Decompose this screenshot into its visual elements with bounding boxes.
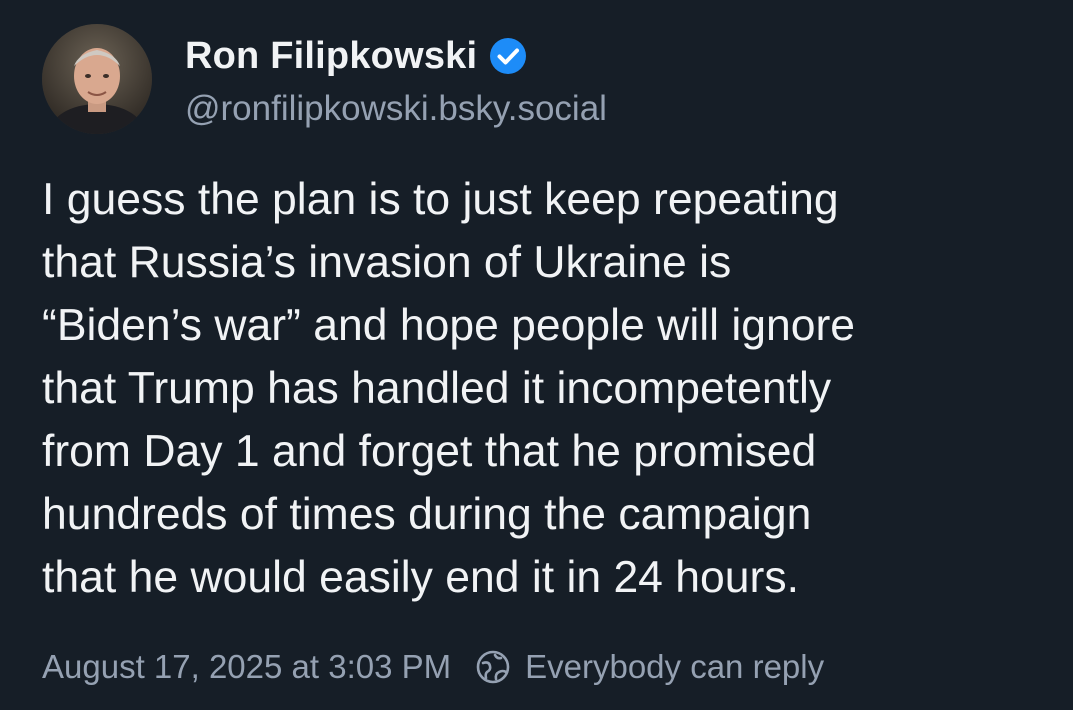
post-meta: August 17, 2025 at 3:03 PM Everybody can… [42, 644, 824, 690]
avatar[interactable] [42, 24, 152, 134]
author-handle[interactable]: @ronfilipkowski.bsky.social [185, 86, 607, 132]
post-card: Ron Filipkowski @ronfilipkowski.bsky.soc… [0, 0, 1073, 710]
reply-setting-label: Everybody can reply [525, 648, 825, 685]
globe-icon [475, 649, 511, 685]
author-name-row: Ron Filipkowski [185, 30, 527, 82]
author-name[interactable]: Ron Filipkowski [185, 30, 477, 82]
post-text: I guess the plan is to just keep repeati… [42, 175, 856, 602]
post-timestamp[interactable]: August 17, 2025 at 3:03 PM [42, 648, 451, 686]
avatar-image [42, 24, 152, 134]
verified-check-icon[interactable] [489, 37, 527, 75]
reply-setting[interactable]: Everybody can reply [475, 648, 824, 686]
